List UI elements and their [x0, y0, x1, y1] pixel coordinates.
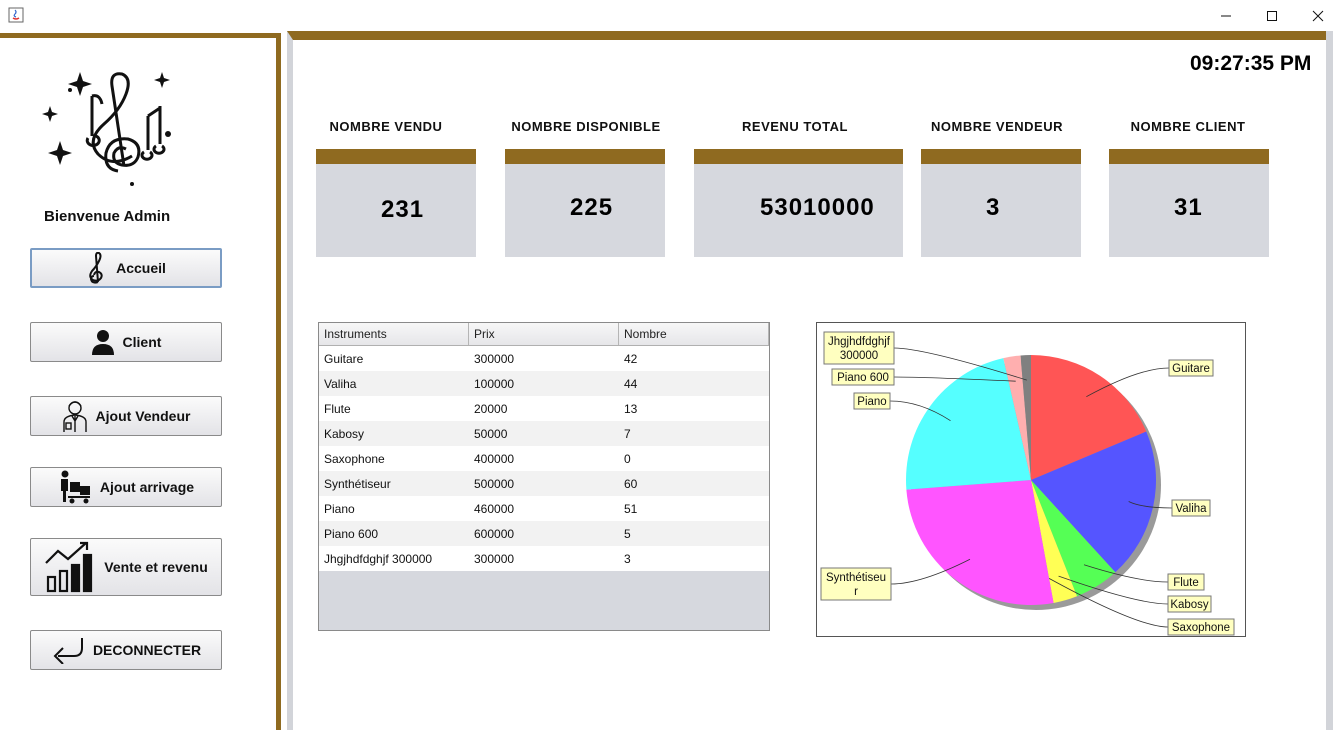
stat-value-revenu: 53010000: [760, 194, 875, 221]
stat-label-vendeur: NOMBRE VENDEUR: [931, 119, 1063, 134]
table-header: Instruments Prix Nombre: [319, 323, 769, 346]
table-row[interactable]: Jhgjhdfdghjf 300000 300000 3: [319, 546, 769, 571]
delivery-icon: [60, 470, 90, 504]
stat-label-client: NOMBRE CLIENT: [1130, 119, 1246, 134]
cell-prix: 500000: [474, 477, 515, 491]
cell-instrument: Saxophone: [324, 452, 385, 466]
treble-clef-icon: [89, 252, 103, 284]
cell-prix: 600000: [474, 527, 515, 541]
pie-chart-svg: GuitareValihaFluteKabosySaxophoneSynthét…: [820, 331, 1235, 636]
client-label: Client: [122, 334, 162, 350]
maximize-icon: [1267, 10, 1277, 21]
stat-label-disponible: NOMBRE DISPONIBLE: [511, 119, 661, 134]
cell-nombre: 5: [624, 527, 631, 541]
seller-icon: [62, 401, 87, 432]
pie-label-0: Guitare: [1172, 363, 1210, 375]
pie-label-6: Piano: [857, 396, 886, 408]
music-notes-logo: [42, 72, 171, 186]
welcome-text: Bienvenue Admin: [44, 208, 171, 225]
vente-et-revenu-button[interactable]: Vente et revenu: [30, 538, 222, 596]
pie-slice-5: [906, 480, 1054, 605]
minimize-button[interactable]: [1203, 0, 1249, 31]
pie-label-4: Saxophone: [1172, 622, 1230, 634]
sidebar: Bienvenue Admin Accueil Client Ajout Ven…: [0, 33, 281, 730]
cell-instrument: Piano 600: [324, 527, 379, 541]
cell-prix: 300000: [474, 552, 515, 566]
cell-nombre: 42: [624, 352, 638, 366]
cell-instrument: Jhgjhdfdghjf 300000: [324, 552, 433, 566]
cell-nombre: 0: [624, 452, 631, 466]
minimize-icon: [1221, 15, 1231, 16]
cell-instrument: Synthétiseur: [324, 477, 391, 491]
cell-prix: 100000: [474, 377, 515, 391]
table-row[interactable]: Flute 20000 13: [319, 396, 769, 421]
pie-chart: Guitare Valiha Flute Kabosy Saxophone Synthét…: [816, 322, 1246, 637]
accueil-label: Accueil: [116, 260, 166, 276]
table-body: Guitare 300000 42 Valiha 100000 44 Flute…: [319, 346, 769, 571]
pie-label-7: Piano 600: [837, 372, 889, 384]
table-row[interactable]: Piano 460000 51: [319, 496, 769, 521]
user-icon: [91, 330, 114, 355]
table-row[interactable]: Saxophone 400000 0: [319, 446, 769, 471]
table-row[interactable]: Valiha 100000 44: [319, 371, 769, 396]
cell-prix: 300000: [474, 352, 515, 366]
ajout-arrivage-button[interactable]: Ajout arrivage: [30, 467, 222, 507]
stat-label-vendu: NOMBRE VENDU: [329, 119, 443, 134]
client-button[interactable]: Client: [30, 322, 222, 362]
stat-card-vendeur: [921, 149, 1081, 257]
cell-nombre: 3: [624, 552, 631, 566]
stat-value-vendeur: 3: [986, 194, 1001, 221]
title-bar: [0, 0, 1338, 31]
cell-instrument: Kabosy: [324, 427, 365, 441]
pie-label-1: Valiha: [1175, 503, 1207, 515]
cell-nombre: 51: [624, 502, 638, 516]
java-app-icon: [8, 7, 24, 23]
instruments-table[interactable]: Instruments Prix Nombre Guitare 300000 4…: [318, 322, 770, 631]
stat-value-vendu: 231: [381, 196, 425, 223]
stat-value-disponible: 225: [570, 194, 614, 221]
cell-instrument: Piano: [324, 502, 355, 516]
cell-instrument: Flute: [324, 402, 351, 416]
ajout-vendeur-button[interactable]: Ajout Vendeur: [30, 396, 222, 436]
cell-prix: 20000: [474, 402, 508, 416]
cell-prix: 400000: [474, 452, 515, 466]
cell-prix: 460000: [474, 502, 515, 516]
cell-instrument: Guitare: [324, 352, 364, 366]
maximize-button[interactable]: [1249, 0, 1295, 31]
cell-nombre: 7: [624, 427, 631, 441]
ajout-vendeur-label: Ajout Vendeur: [95, 408, 191, 424]
column-header-instruments[interactable]: Instruments: [319, 323, 469, 345]
close-button[interactable]: [1295, 0, 1338, 31]
table-row[interactable]: Synthétiseur 500000 60: [319, 471, 769, 496]
pie-label-2: Flute: [1173, 577, 1199, 589]
stat-label-revenu: REVENU TOTAL: [742, 119, 848, 134]
vente-et-revenu-label: Vente et revenu: [104, 559, 208, 575]
accueil-button[interactable]: Accueil: [30, 248, 222, 288]
pie-label-3: Kabosy: [1170, 599, 1209, 611]
table-row[interactable]: Guitare 300000 42: [319, 346, 769, 371]
stat-value-client: 31: [1174, 194, 1203, 221]
table-row[interactable]: Kabosy 50000 7: [319, 421, 769, 446]
column-header-nombre[interactable]: Nombre: [619, 323, 769, 345]
cell-nombre: 44: [624, 377, 638, 391]
cell-nombre: 13: [624, 402, 638, 416]
deconnecter-button[interactable]: DECONNECTER: [30, 630, 222, 670]
table-row[interactable]: Piano 600 600000 5: [319, 521, 769, 546]
clock: 09:27:35 PM: [1190, 52, 1312, 75]
back-arrow-icon: [53, 638, 83, 664]
cell-instrument: Valiha: [324, 377, 357, 391]
close-icon: [1312, 10, 1324, 21]
deconnecter-label: DECONNECTER: [92, 642, 202, 658]
main-right-border: [1326, 31, 1333, 730]
ajout-arrivage-label: Ajout arrivage: [99, 479, 195, 495]
cell-prix: 50000: [474, 427, 508, 441]
column-header-prix[interactable]: Prix: [469, 323, 619, 345]
growth-chart-icon: [45, 541, 93, 593]
cell-nombre: 60: [624, 477, 638, 491]
